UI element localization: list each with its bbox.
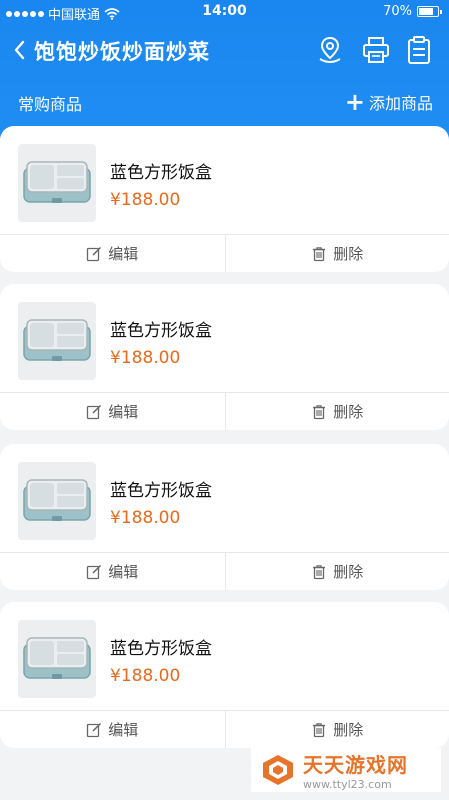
product-name: 蓝色方形饭盒 xyxy=(110,321,212,341)
product-price: ¥188.00 xyxy=(110,666,181,686)
delete-button[interactable]: 删除 xyxy=(224,553,449,590)
product-actions: 编辑 删除 xyxy=(0,710,449,748)
edit-icon xyxy=(87,564,102,579)
add-product-button[interactable]: + 添加商品 xyxy=(345,90,433,114)
product-name: 蓝色方形饭盒 xyxy=(110,163,212,183)
delete-button[interactable]: 删除 xyxy=(224,235,449,272)
product-card: 蓝色方形饭盒 ¥188.00 编辑 删除 xyxy=(0,284,449,430)
delete-button[interactable]: 删除 xyxy=(224,711,449,748)
product-name: 蓝色方形饭盒 xyxy=(110,639,212,659)
page-title: 饱饱炒饭炒面炒菜 xyxy=(34,40,210,64)
product-image[interactable] xyxy=(18,302,96,380)
product-price: ¥188.00 xyxy=(110,190,181,210)
edit-label: 编辑 xyxy=(108,403,139,421)
trash-icon xyxy=(313,404,326,419)
printer-icon[interactable] xyxy=(361,35,391,65)
product-price: ¥188.00 xyxy=(110,348,181,368)
watermark: 天天游戏网 www.ttyl23.com xyxy=(251,748,441,792)
product-card: 蓝色方形饭盒 ¥188.00 编辑 删除 xyxy=(0,444,449,590)
product-actions: 编辑 删除 xyxy=(0,234,449,272)
nav-bar: 饱饱炒饭炒面炒菜 xyxy=(0,28,449,74)
edit-icon xyxy=(87,246,102,261)
product-image[interactable] xyxy=(18,620,96,698)
watermark-logo-icon xyxy=(263,755,293,785)
battery-icon xyxy=(417,6,442,17)
edit-label: 编辑 xyxy=(108,563,139,581)
delete-label: 删除 xyxy=(333,563,364,581)
delete-label: 删除 xyxy=(333,721,364,739)
edit-icon xyxy=(87,404,102,419)
edit-icon xyxy=(87,722,102,737)
trash-icon xyxy=(313,564,326,579)
product-image[interactable] xyxy=(18,462,96,540)
edit-button[interactable]: 编辑 xyxy=(0,711,225,748)
edit-label: 编辑 xyxy=(108,245,139,263)
delete-button[interactable]: 删除 xyxy=(224,393,449,430)
edit-button[interactable]: 编辑 xyxy=(0,393,225,430)
product-image[interactable] xyxy=(18,144,96,222)
status-bar: 中国联通 14:00 70% xyxy=(0,0,449,24)
edit-button[interactable]: 编辑 xyxy=(0,553,225,590)
trash-icon xyxy=(313,722,326,737)
clock: 14:00 xyxy=(202,3,247,19)
section-title: 常购商品 xyxy=(18,95,83,114)
clipboard-icon[interactable] xyxy=(404,35,434,65)
section-header: 常购商品 + 添加商品 xyxy=(0,88,449,114)
plus-icon: + xyxy=(344,88,365,116)
watermark-url: www.ttyl23.com xyxy=(303,778,392,791)
edit-button[interactable]: 编辑 xyxy=(0,235,225,272)
location-icon[interactable] xyxy=(315,35,345,65)
delete-label: 删除 xyxy=(333,245,364,263)
back-icon[interactable] xyxy=(8,36,32,64)
product-card: 蓝色方形饭盒 ¥188.00 编辑 删除 xyxy=(0,126,449,272)
product-actions: 编辑 删除 xyxy=(0,392,449,430)
trash-icon xyxy=(313,246,326,261)
product-name: 蓝色方形饭盒 xyxy=(110,481,212,501)
product-card: 蓝色方形饭盒 ¥188.00 编辑 删除 xyxy=(0,602,449,748)
edit-label: 编辑 xyxy=(108,721,139,739)
product-price: ¥188.00 xyxy=(110,508,181,528)
battery-percent: 70% xyxy=(383,4,412,19)
bottom-spacer xyxy=(0,748,247,800)
product-actions: 编辑 删除 xyxy=(0,552,449,590)
delete-label: 删除 xyxy=(333,403,364,421)
watermark-title: 天天游戏网 xyxy=(303,753,408,777)
add-product-label: 添加商品 xyxy=(368,94,433,113)
